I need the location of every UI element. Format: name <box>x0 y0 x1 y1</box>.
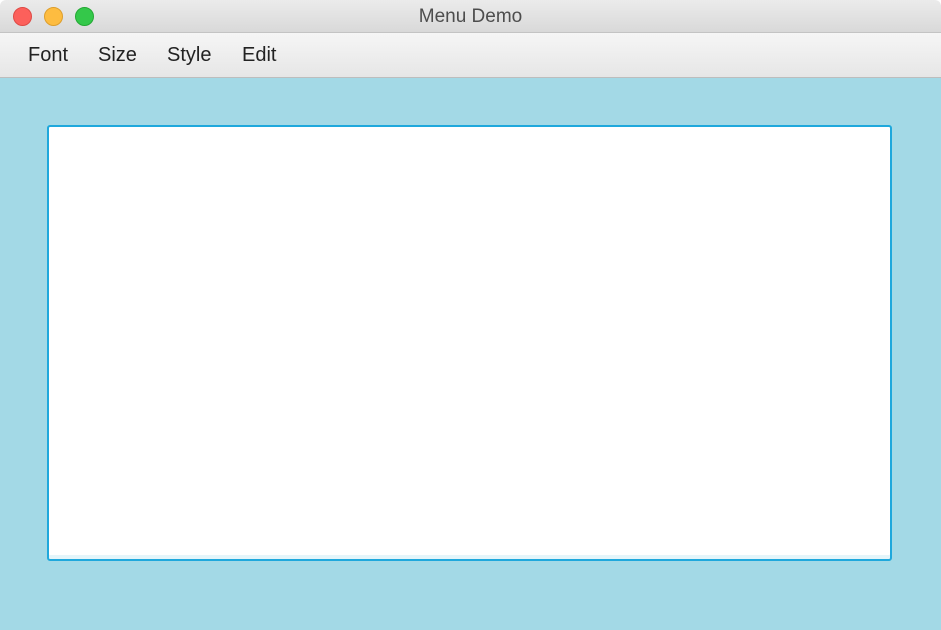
menu-size[interactable]: Size <box>98 33 137 77</box>
content-pane <box>0 78 941 630</box>
window-title: Menu Demo <box>418 6 523 27</box>
menu-edit[interactable]: Edit <box>242 33 276 77</box>
menu-bar: Font Size Style Edit <box>0 33 941 78</box>
menu-font[interactable]: Font <box>28 33 68 77</box>
text-area[interactable] <box>47 125 892 561</box>
menu-style[interactable]: Style <box>167 33 211 77</box>
app-window: Menu Demo Font Size Style Edit <box>0 0 941 630</box>
title-bar[interactable]: Menu Demo <box>0 0 941 33</box>
